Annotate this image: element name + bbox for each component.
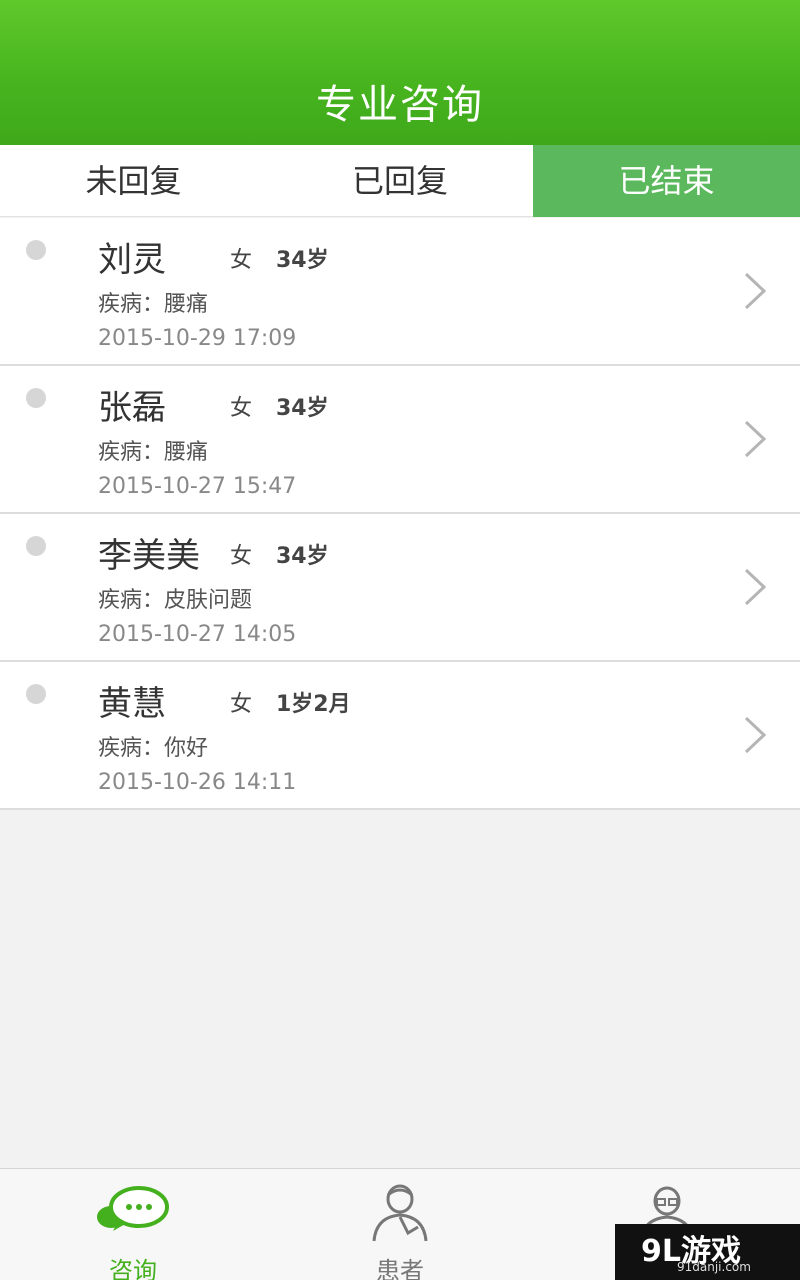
watermark-logo: 9L游戏 91danji.com	[615, 1224, 800, 1280]
status-dot	[26, 684, 46, 704]
patient-gender: 女	[230, 396, 253, 421]
patient-name: 张磊	[98, 388, 166, 428]
patient-age: 1岁2月	[276, 692, 351, 717]
patient-icon	[372, 1184, 428, 1242]
chevron-right-icon	[744, 420, 767, 458]
timestamp: 2015-10-27 15:47	[98, 474, 297, 499]
patient-gender: 女	[230, 692, 253, 717]
nav-patients-label: 患者	[376, 1257, 424, 1280]
tab-ended[interactable]: 已结束	[533, 145, 800, 217]
timestamp: 2015-10-27 14:05	[98, 622, 297, 647]
patient-gender: 女	[230, 248, 253, 273]
nav-patients[interactable]: 患者	[267, 1169, 533, 1280]
disease-text: 疾病：你好	[98, 736, 209, 761]
nav-consult[interactable]: 咨询	[0, 1169, 266, 1280]
tab-replied[interactable]: 已回复	[267, 145, 533, 217]
watermark-url: 91danji.com	[677, 1260, 751, 1274]
disease-text: 疾病：皮肤问题	[98, 588, 253, 613]
chevron-right-icon	[744, 716, 767, 754]
page-title: 专业咨询	[316, 82, 484, 128]
timestamp: 2015-10-26 14:11	[98, 770, 297, 795]
header: 专业咨询	[0, 0, 800, 145]
chat-bubbles-icon	[97, 1186, 169, 1231]
disease-text: 疾病：腰痛	[98, 292, 209, 317]
nav-consult-label: 咨询	[109, 1257, 157, 1280]
patient-name: 黄慧	[98, 684, 166, 724]
patient-age: 34岁	[276, 248, 329, 273]
patient-name: 刘灵	[98, 240, 166, 280]
patient-age: 34岁	[276, 396, 329, 421]
list-item[interactable]: 刘灵 女 34岁 疾病：腰痛 2015-10-29 17:09	[0, 218, 800, 366]
chevron-right-icon	[744, 568, 767, 606]
timestamp: 2015-10-29 17:09	[98, 326, 297, 351]
status-dot	[26, 240, 46, 260]
consultation-list: 刘灵 女 34岁 疾病：腰痛 2015-10-29 17:09 张磊 女 34岁…	[0, 218, 800, 810]
chevron-right-icon	[744, 272, 767, 310]
list-item[interactable]: 张磊 女 34岁 疾病：腰痛 2015-10-27 15:47	[0, 366, 800, 514]
tab-bar: 未回复 已回复 已结束	[0, 145, 800, 217]
status-dot	[26, 536, 46, 556]
status-dot	[26, 388, 46, 408]
patient-age: 34岁	[276, 544, 329, 569]
tab-unreplied[interactable]: 未回复	[0, 145, 267, 217]
list-item[interactable]: 李美美 女 34岁 疾病：皮肤问题 2015-10-27 14:05	[0, 514, 800, 662]
disease-text: 疾病：腰痛	[98, 440, 209, 465]
patient-name: 李美美	[98, 536, 200, 576]
patient-gender: 女	[230, 544, 253, 569]
list-item[interactable]: 黄慧 女 1岁2月 疾病：你好 2015-10-26 14:11	[0, 662, 800, 810]
